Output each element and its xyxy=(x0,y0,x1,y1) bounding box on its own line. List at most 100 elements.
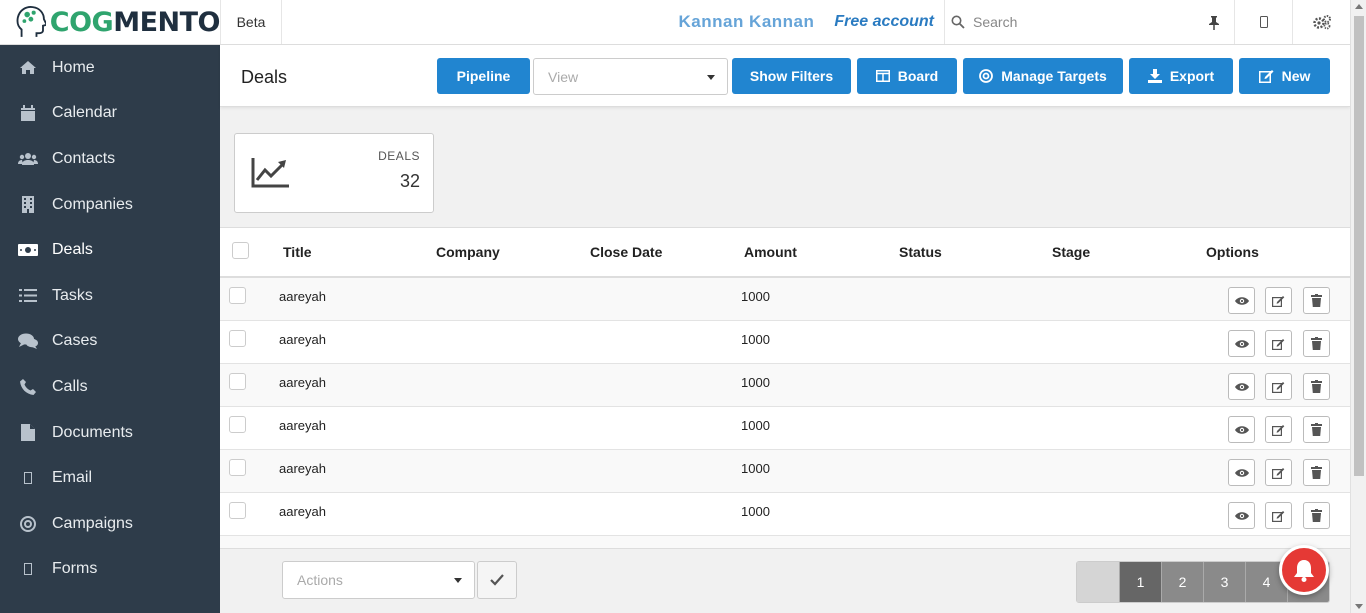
row-checkbox[interactable] xyxy=(229,502,246,519)
actions-select[interactable]: Actions xyxy=(282,561,475,599)
settings-icon[interactable] xyxy=(1292,0,1350,44)
sidebar-item-deals[interactable]: Deals xyxy=(0,227,220,273)
view-button[interactable] xyxy=(1228,373,1255,400)
sidebar-item-label: Home xyxy=(52,58,95,76)
edit-button[interactable] xyxy=(1265,502,1292,529)
manage-targets-button[interactable]: Manage Targets xyxy=(963,58,1123,94)
edit-button[interactable] xyxy=(1265,330,1292,357)
edit-button[interactable] xyxy=(1265,459,1292,486)
apply-action-button[interactable] xyxy=(477,561,517,599)
select-all-checkbox[interactable] xyxy=(232,242,249,259)
view-button[interactable] xyxy=(1228,459,1255,486)
table-row[interactable]: aareyah 1000 xyxy=(220,278,1350,321)
scroll-up-icon[interactable] xyxy=(1355,4,1363,9)
show-filters-button[interactable]: Show Filters xyxy=(732,58,851,94)
scroll-down-icon[interactable] xyxy=(1355,604,1363,609)
sidebar-item-tasks[interactable]: Tasks xyxy=(0,273,220,319)
delete-button[interactable] xyxy=(1303,373,1330,400)
sidebar-item-cases[interactable]: Cases xyxy=(0,319,220,365)
board-button[interactable]: Board xyxy=(857,58,957,94)
view-button[interactable] xyxy=(1228,502,1255,529)
table-row[interactable]: aareyah 1000 xyxy=(220,493,1350,536)
sidebar-item-calls[interactable]: Calls xyxy=(0,364,220,410)
page-scrollbar[interactable] xyxy=(1350,0,1366,613)
edit-button[interactable] xyxy=(1265,373,1292,400)
search-input[interactable] xyxy=(973,14,1203,30)
table-row[interactable] xyxy=(220,536,1350,548)
logo-part2: MENTO xyxy=(113,6,220,38)
edit-button[interactable] xyxy=(1265,416,1292,443)
column-company[interactable]: Company xyxy=(436,244,500,260)
delete-button[interactable] xyxy=(1303,502,1330,529)
view-select[interactable]: View xyxy=(533,58,728,95)
page-1[interactable]: 1 xyxy=(1119,562,1161,602)
delete-button[interactable] xyxy=(1303,459,1330,486)
delete-button[interactable] xyxy=(1303,330,1330,357)
row-checkbox[interactable] xyxy=(229,287,246,304)
cell-title[interactable]: aareyah xyxy=(279,289,326,304)
chevron-down-icon xyxy=(454,578,462,583)
column-amount[interactable]: Amount xyxy=(744,244,797,260)
chevron-down-icon xyxy=(707,75,715,80)
table-row[interactable]: aareyah 1000 xyxy=(220,450,1350,493)
cell-title[interactable]: aareyah xyxy=(279,332,326,347)
sidebar-item-forms[interactable]: Forms xyxy=(0,547,220,593)
board-button-label: Board xyxy=(897,68,939,84)
row-checkbox[interactable] xyxy=(229,416,246,433)
new-button[interactable]: New xyxy=(1239,58,1330,94)
row-checkbox[interactable] xyxy=(229,373,246,390)
edit-button[interactable] xyxy=(1265,287,1292,314)
row-checkbox[interactable] xyxy=(229,459,246,476)
cell-title[interactable]: aareyah xyxy=(279,375,326,390)
calendar-icon xyxy=(18,103,38,123)
search-icon xyxy=(951,15,965,29)
column-status[interactable]: Status xyxy=(899,244,942,260)
sidebar-item-email[interactable]: Email xyxy=(0,455,220,501)
cell-title[interactable]: aareyah xyxy=(279,418,326,433)
table-icon xyxy=(875,70,890,82)
view-button[interactable] xyxy=(1228,330,1255,357)
sidebar-item-label: Documents xyxy=(52,423,133,441)
logo[interactable]: COGMENTO xyxy=(0,0,221,44)
edit-icon xyxy=(1258,69,1274,83)
cell-title[interactable]: aareyah xyxy=(279,504,326,519)
column-close-date[interactable]: Close Date xyxy=(590,244,662,260)
trash-icon xyxy=(1311,509,1322,522)
scroll-thumb[interactable] xyxy=(1354,16,1364,476)
user-name[interactable]: Kannan Kannan xyxy=(679,0,835,44)
search-box xyxy=(944,0,1234,44)
page-2[interactable]: 2 xyxy=(1161,562,1203,602)
delete-button[interactable] xyxy=(1303,287,1330,314)
mobile-icon[interactable] xyxy=(1234,0,1292,44)
column-title[interactable]: Title xyxy=(283,244,312,260)
sidebar-item-contacts[interactable]: Contacts xyxy=(0,136,220,182)
table-row[interactable]: aareyah 1000 xyxy=(220,364,1350,407)
comments-icon xyxy=(18,331,38,351)
sidebar-item-calendar[interactable]: Calendar xyxy=(0,91,220,137)
sidebar-item-label: Email xyxy=(52,469,93,487)
delete-button[interactable] xyxy=(1303,416,1330,443)
check-icon xyxy=(490,574,504,586)
view-button[interactable] xyxy=(1228,287,1255,314)
pin-icon[interactable] xyxy=(1203,15,1225,30)
column-stage[interactable]: Stage xyxy=(1052,244,1090,260)
sidebar-item-documents[interactable]: Documents xyxy=(0,410,220,456)
table-row[interactable]: aareyah 1000 xyxy=(220,321,1350,364)
pagination-prev[interactable] xyxy=(1077,562,1119,602)
sidebar-item-companies[interactable]: Companies xyxy=(0,182,220,228)
row-checkbox[interactable] xyxy=(229,330,246,347)
page-header: Deals Pipeline View Show Filters Board M… xyxy=(220,45,1350,107)
account-type[interactable]: Free account xyxy=(834,0,944,44)
export-button[interactable]: Export xyxy=(1129,58,1233,94)
page-3[interactable]: 3 xyxy=(1203,562,1245,602)
table-row[interactable]: aareyah 1000 xyxy=(220,407,1350,450)
cell-title[interactable]: aareyah xyxy=(279,461,326,476)
sidebar-item-campaigns[interactable]: Campaigns xyxy=(0,501,220,547)
sidebar-item-label: Calls xyxy=(52,377,88,395)
notification-bell-button[interactable] xyxy=(1279,545,1329,595)
cell-amount: 1000 xyxy=(741,418,770,433)
pipeline-button[interactable]: Pipeline xyxy=(437,58,530,94)
sidebar-item-home[interactable]: Home xyxy=(0,45,220,91)
view-button[interactable] xyxy=(1228,416,1255,443)
edit-icon xyxy=(1272,510,1285,522)
